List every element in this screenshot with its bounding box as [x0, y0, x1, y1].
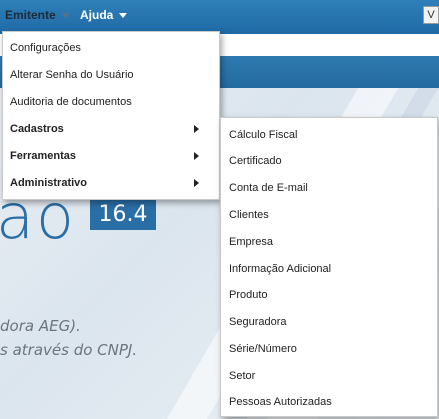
menu-ajuda[interactable]: Ajuda: [80, 8, 128, 22]
menu-item-label: Clientes: [229, 209, 269, 221]
menu-item-label: Conta de E-mail: [229, 182, 308, 194]
menu-item-label: Auditoria de documentos: [10, 96, 132, 108]
submenu-item-certificado[interactable]: Certificado: [221, 148, 437, 174]
cadastros-submenu: Cálculo Fiscal Certificado Conta de E-ma…: [220, 117, 438, 417]
menu-item-label: Administrativo: [10, 177, 88, 189]
menu-item-auditoria[interactable]: Auditoria de documentos: [3, 89, 219, 115]
version-badge: 16.4: [90, 200, 156, 230]
submenu-item-seguradora[interactable]: Seguradora: [221, 309, 437, 335]
submenu-item-serie-numero[interactable]: Série/Número: [221, 336, 437, 362]
submenu-item-setor[interactable]: Setor: [221, 363, 437, 389]
menu-item-label: Empresa: [229, 236, 274, 248]
menu-item-label: Configurações: [10, 42, 81, 54]
menu-item-configuracoes[interactable]: Configurações: [3, 35, 219, 61]
menu-item-label: Informação Adicional: [229, 263, 332, 275]
splash-text-line: dora AEG).: [0, 317, 81, 335]
menu-item-cadastros[interactable]: Cadastros: [3, 116, 219, 142]
submenu-item-pessoas-autorizadas[interactable]: Pessoas Autorizadas: [221, 389, 437, 415]
submenu-item-informacao-adicional[interactable]: Informação Adicional: [221, 256, 437, 282]
menu-item-label: Cadastros: [10, 123, 64, 135]
menu-item-alterar-senha[interactable]: Alterar Senha do Usuário: [3, 62, 219, 88]
chevron-right-icon: [194, 125, 199, 133]
menu-emitente[interactable]: Emitente: [5, 8, 70, 22]
menu-item-ferramentas[interactable]: Ferramentas: [3, 143, 219, 169]
top-menubar: Emitente Ajuda V: [0, 0, 439, 34]
menu-item-label: Alterar Senha do Usuário: [10, 69, 134, 81]
menu-item-label: Seguradora: [229, 316, 287, 328]
menu-item-label: Produto: [229, 289, 268, 301]
menu-item-label: Certificado: [229, 155, 282, 167]
splash-text-line: s através do CNPJ.: [0, 341, 138, 359]
menu-ajuda-label: Ajuda: [80, 8, 114, 22]
submenu-item-clientes[interactable]: Clientes: [221, 202, 437, 228]
menu-item-administrativo[interactable]: Administrativo: [3, 170, 219, 196]
chevron-right-icon: [194, 152, 199, 160]
menu-item-label: Setor: [229, 370, 256, 382]
top-right-control[interactable]: V: [423, 6, 439, 24]
submenu-item-produto[interactable]: Produto: [221, 282, 437, 308]
chevron-down-icon: [61, 13, 70, 18]
emitente-dropdown: Configurações Alterar Senha do Usuário A…: [2, 31, 220, 200]
menu-item-label: Série/Número: [229, 343, 297, 355]
menu-item-label: Cálculo Fiscal: [229, 129, 298, 141]
submenu-item-conta-email[interactable]: Conta de E-mail: [221, 175, 437, 201]
menu-emitente-label: Emitente: [5, 8, 56, 22]
submenu-item-empresa[interactable]: Empresa: [221, 229, 437, 255]
chevron-right-icon: [194, 179, 199, 187]
chevron-down-icon: [119, 13, 128, 18]
menu-item-label: Ferramentas: [10, 150, 77, 162]
menu-item-label: Pessoas Autorizadas: [229, 396, 332, 408]
submenu-item-calculo-fiscal[interactable]: Cálculo Fiscal: [221, 122, 437, 148]
